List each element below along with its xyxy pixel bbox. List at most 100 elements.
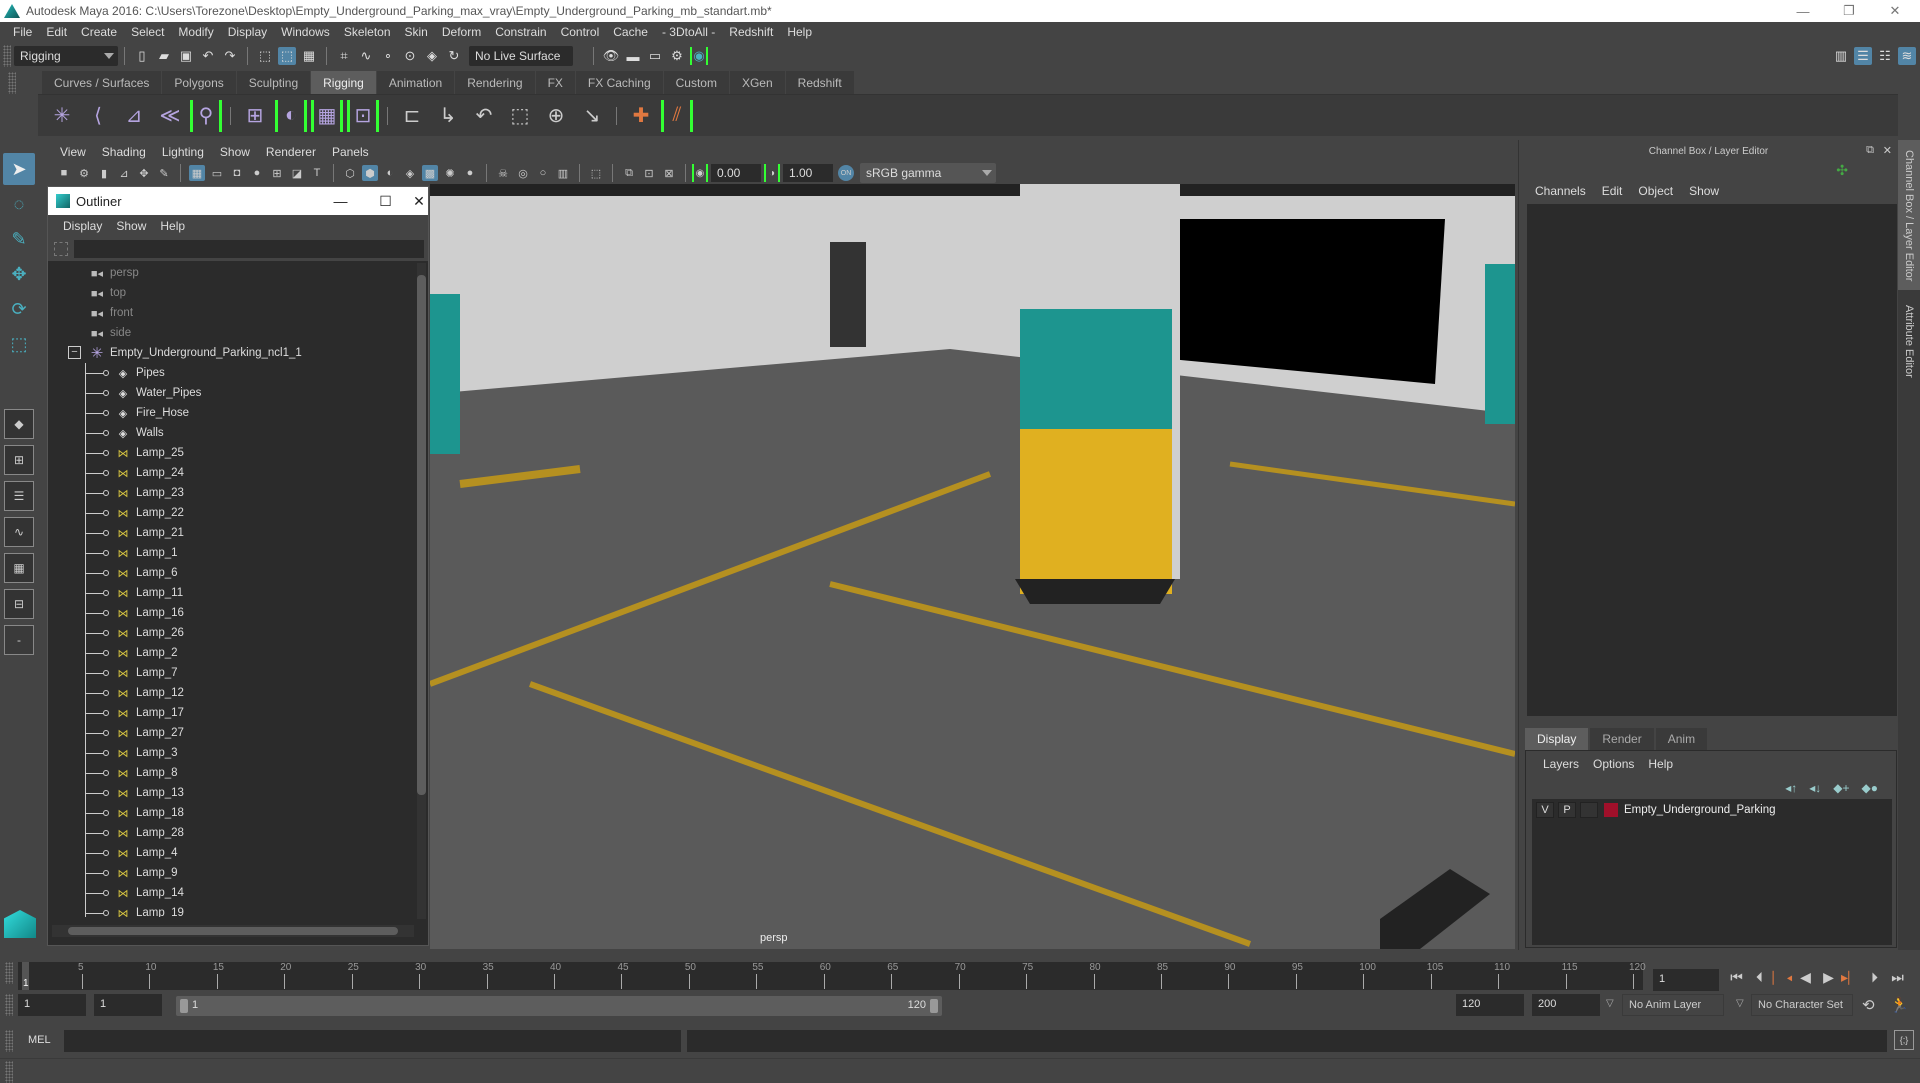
step-back-frame-icon[interactable]: ⏴ [1748, 969, 1771, 986]
outliner-item[interactable]: ⋈ Lamp_7 [48, 663, 418, 683]
shelf-tab-redshift[interactable]: Redshift [785, 71, 855, 94]
script-editor-icon[interactable]: {;} [1894, 1030, 1914, 1050]
channel-box-toggle-icon[interactable]: ≋ [1898, 47, 1916, 65]
drag-handle[interactable] [5, 962, 13, 984]
select-tool-icon[interactable]: ➤ [3, 153, 35, 185]
shelf-tab-custom[interactable]: Custom [663, 71, 730, 94]
move-tool-icon[interactable]: ✥ [3, 258, 35, 290]
outliner-item[interactable]: ■◂ front [48, 303, 418, 323]
image-plane-icon[interactable]: ⊿ [116, 165, 132, 181]
constraint-tool-icon[interactable]: ⫽ [661, 99, 693, 132]
mirror-joint-icon[interactable]: ≪ [154, 100, 186, 132]
camera-attributes-icon[interactable]: ⚙ [76, 165, 92, 181]
minimize-button[interactable]: — [1780, 0, 1826, 22]
le-menu-layers[interactable]: Layers [1536, 757, 1586, 771]
isolate-select-icon[interactable]: ⬚ [588, 165, 604, 181]
outliner-item[interactable]: ⋈ Lamp_4 [48, 843, 418, 863]
safe-title-icon[interactable]: T [309, 165, 325, 181]
outliner-item[interactable]: ◈ Pipes [48, 363, 418, 383]
depth-of-field-icon[interactable]: ▥ [555, 165, 571, 181]
move-layer-up-icon[interactable]: ◂↑ [1785, 781, 1797, 795]
new-scene-icon[interactable]: ▯ [133, 47, 151, 65]
layer-playback-toggle[interactable]: P [1558, 802, 1576, 818]
outliner-item[interactable]: ■◂ persp [48, 263, 418, 283]
outliner-item[interactable]: ⋈ Lamp_14 [48, 883, 418, 903]
outliner-item[interactable]: ⋈ Lamp_9 [48, 863, 418, 883]
outliner-item[interactable]: ⋈ Lamp_19 [48, 903, 418, 917]
hypershade-layout-icon[interactable]: ▦ [4, 553, 34, 583]
view-transform-dropdown[interactable]: sRGB gamma [860, 163, 996, 183]
ik-handle-icon[interactable]: ⟨ [82, 100, 114, 132]
layer-row[interactable]: V P Empty_Underground_Parking [1532, 799, 1892, 821]
outliner-item[interactable]: ⋈ Lamp_11 [48, 583, 418, 603]
menu-3dtoall[interactable]: - 3DtoAll - [655, 25, 722, 39]
restore-button[interactable]: ❐ [1826, 0, 1872, 22]
shelf-tab-fx-caching[interactable]: FX Caching [575, 71, 664, 94]
modeling-toolkit-icon[interactable]: ▥ [1832, 47, 1850, 65]
menu-cache[interactable]: Cache [606, 25, 655, 39]
layer-color-swatch[interactable] [1604, 803, 1618, 817]
menuset-dropdown[interactable]: Rigging [14, 46, 118, 66]
menu-create[interactable]: Create [74, 25, 124, 39]
snap-point-icon[interactable]: ∘ [379, 47, 397, 65]
outliner-item[interactable]: ⋈ Lamp_17 [48, 703, 418, 723]
outliner-item[interactable]: ⋈ Lamp_25 [48, 443, 418, 463]
outliner-item[interactable]: ⋈ Lamp_12 [48, 683, 418, 703]
select-hierarchy-icon[interactable]: ⬚ [256, 47, 274, 65]
play-forwards-icon[interactable]: ▶ [1817, 969, 1840, 986]
four-view-layout-icon[interactable]: ⊞ [4, 445, 34, 475]
outliner-item[interactable]: ✳ Empty_Underground_Parking_ncl1_1 − [48, 343, 418, 363]
shelf-tab-rendering[interactable]: Rendering [455, 71, 536, 94]
layer-name[interactable]: Empty_Underground_Parking [1624, 804, 1776, 816]
snap-grid-icon[interactable]: ⌗ [335, 47, 353, 65]
cb-menu-show[interactable]: Show [1681, 184, 1727, 198]
shelf-menu-icon[interactable] [8, 72, 16, 94]
hypershade-icon[interactable]: ◉ [690, 47, 708, 65]
gamma-field[interactable]: 1.00 [783, 164, 833, 182]
wireframe-icon[interactable]: ⬡ [342, 165, 358, 181]
outliner-item[interactable]: ⋈ Lamp_1 [48, 543, 418, 563]
select-object-icon[interactable]: ⬚ [278, 47, 296, 65]
outliner-item[interactable]: ⋈ Lamp_6 [48, 563, 418, 583]
locator-icon[interactable]: ✚ [625, 100, 657, 132]
character-set-dropdown[interactable]: No Character Set [1751, 994, 1853, 1016]
attribute-editor-toggle-icon[interactable]: ☰ [1854, 47, 1872, 65]
aim-constraint-icon[interactable]: ⊕ [540, 100, 572, 132]
menu-deform[interactable]: Deform [435, 25, 488, 39]
shelf-tab-animation[interactable]: Animation [376, 71, 456, 94]
le-menu-options[interactable]: Options [1586, 757, 1641, 771]
collapse-toggle[interactable]: − [68, 346, 81, 359]
orient-constraint-icon[interactable]: ↶ [468, 100, 500, 132]
color-management-toggle-icon[interactable]: ON [838, 165, 854, 181]
outliner-item[interactable]: ⋈ Lamp_27 [48, 723, 418, 743]
start-time-field[interactable]: 1 [18, 994, 86, 1016]
grid-icon[interactable]: ▦ [189, 165, 205, 181]
menu-edit[interactable]: Edit [39, 25, 74, 39]
cluster-icon[interactable]: ⊡ [347, 99, 379, 132]
step-back-key-icon[interactable]: ⎸◂ [1771, 969, 1794, 986]
auto-key-icon[interactable]: ⟲ [1862, 996, 1875, 1014]
ik-spline-icon[interactable]: ⊿ [118, 100, 150, 132]
select-camera-icon[interactable]: ■ [56, 165, 72, 181]
render-view-icon[interactable]: 👁 [602, 47, 620, 65]
lasso-tool-icon[interactable]: ◌ [3, 188, 35, 220]
open-scene-icon[interactable]: ▰ [155, 47, 173, 65]
shelf-tab-fx[interactable]: FX [535, 71, 576, 94]
snap-curve-icon[interactable]: ∿ [357, 47, 375, 65]
outliner-item[interactable]: ⋈ Lamp_24 [48, 463, 418, 483]
paint-select-tool-icon[interactable]: ✎ [3, 223, 35, 255]
go-to-start-icon[interactable]: ⏮ [1725, 969, 1748, 986]
drag-handle[interactable] [3, 45, 11, 67]
layer-tab-display[interactable]: Display [1525, 728, 1589, 750]
menu-constrain[interactable]: Constrain [488, 25, 553, 39]
le-menu-help[interactable]: Help [1641, 757, 1680, 771]
pole-vector-icon[interactable]: ↘ [576, 100, 608, 132]
shelf-tab-sculpting[interactable]: Sculpting [236, 71, 312, 94]
rotate-tool-icon[interactable]: ⟳ [3, 293, 35, 325]
viewport-menu-panels[interactable]: Panels [324, 145, 377, 159]
snap-view-plane-icon[interactable]: ⊙ [401, 47, 419, 65]
field-chart-icon[interactable]: ⊞ [269, 165, 285, 181]
outliner-item[interactable]: ⋈ Lamp_16 [48, 603, 418, 623]
anti-aliasing-icon[interactable]: ○ [535, 165, 551, 181]
gate-mask-icon[interactable]: ● [249, 165, 265, 181]
